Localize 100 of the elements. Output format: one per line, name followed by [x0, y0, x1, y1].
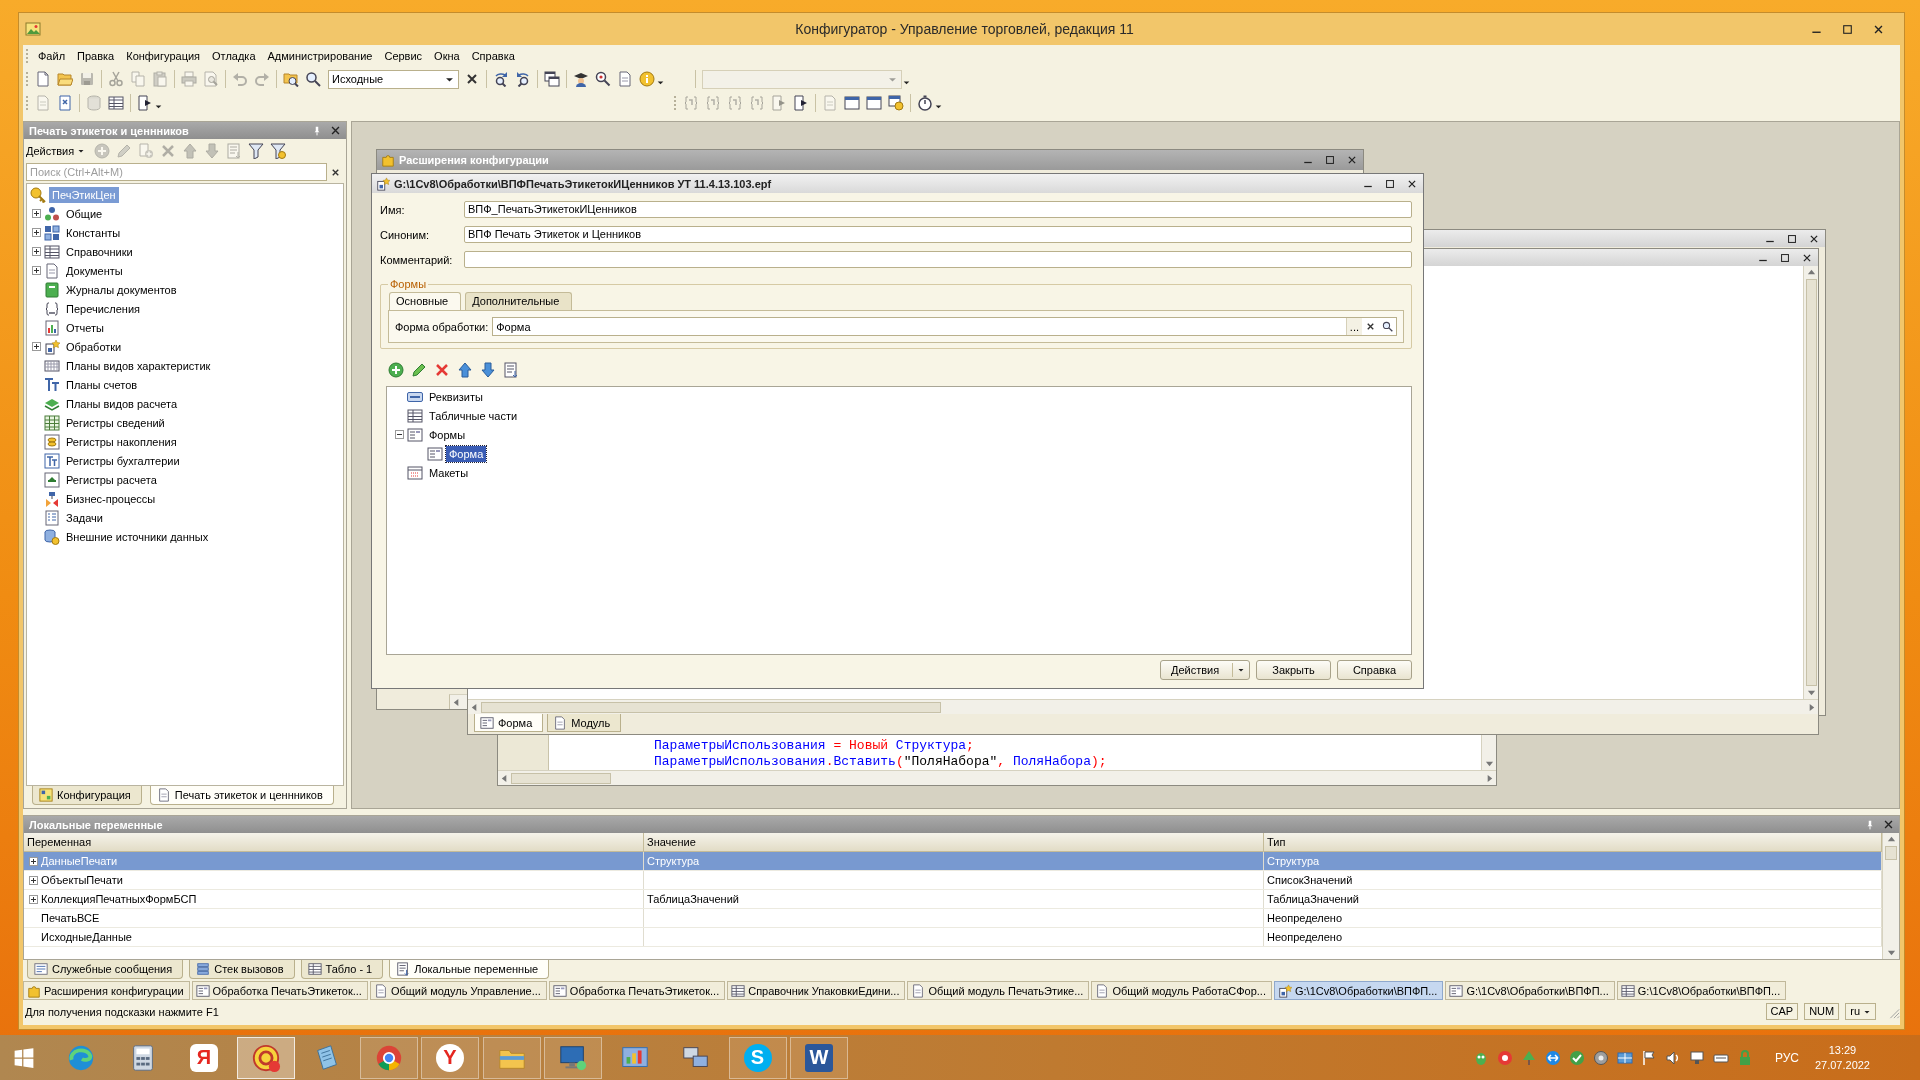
tree-item[interactable]: Регистры сведений: [63, 414, 168, 431]
flag-icon[interactable]: [1640, 1049, 1657, 1066]
dialog-button[interactable]: Закрыть: [1256, 660, 1331, 680]
new-document-icon[interactable]: [35, 71, 51, 87]
open-folder-icon[interactable]: [57, 71, 73, 87]
menu-item[interactable]: Файл: [32, 48, 72, 64]
expand-icon[interactable]: [29, 875, 38, 885]
arrow-down-icon[interactable]: [1886, 948, 1896, 957]
window-coin-icon[interactable]: [888, 95, 904, 111]
menu-item[interactable]: Правка: [71, 48, 121, 64]
expand-icon[interactable]: [32, 266, 41, 275]
column-header[interactable]: Значение: [644, 833, 1264, 851]
text-field[interactable]: ВПФ_ПечатьЭтикетокИЦенников: [464, 201, 1412, 218]
clock-date[interactable]: 27.07.2022: [1814, 1057, 1870, 1073]
panel-tab[interactable]: Конфигурация: [32, 786, 142, 805]
tree-item[interactable]: Задачи: [63, 509, 106, 526]
scroll-thumb[interactable]: [481, 701, 941, 713]
window-grid-icon[interactable]: [1616, 1049, 1633, 1066]
monitor-icon[interactable]: [1688, 1049, 1705, 1066]
tree-item[interactable]: Регистры расчета: [63, 471, 160, 488]
panel-tab[interactable]: Стек вызовов: [189, 960, 295, 979]
pin-icon[interactable]: [312, 125, 322, 136]
maximize-icon[interactable]: [1385, 178, 1395, 189]
arrow-down-icon[interactable]: [480, 362, 496, 378]
window-tab[interactable]: Общий модуль РаботаСФор...: [1091, 981, 1272, 1000]
dialog-button[interactable]: Действия: [1160, 660, 1250, 680]
table-row[interactable]: ОбъектыПечати СписокЗначений: [24, 871, 1882, 890]
arrow-down-icon[interactable]: [1484, 759, 1494, 768]
tree-item[interactable]: Формы: [426, 426, 469, 443]
close-icon[interactable]: [1347, 155, 1357, 165]
clear-icon[interactable]: [1365, 321, 1376, 332]
expand-icon[interactable]: [32, 209, 41, 218]
menu-item[interactable]: Сервис: [378, 48, 429, 64]
menu-item[interactable]: Конфигурация: [120, 48, 207, 64]
window-tab[interactable]: Расширения конфигурации: [23, 981, 190, 1000]
scroll-thumb[interactable]: [511, 772, 611, 784]
check-circle-icon[interactable]: [1568, 1049, 1585, 1066]
search-icon[interactable]: [1382, 321, 1393, 332]
magnifier-dot-icon[interactable]: [595, 71, 611, 87]
scrollbar[interactable]: [1882, 833, 1899, 959]
taskbar-button[interactable]: W: [790, 1036, 848, 1079]
tree-item[interactable]: Внешние источники данных: [63, 528, 212, 545]
language-selector[interactable]: ru: [1845, 1003, 1876, 1020]
tree-item[interactable]: Журналы документов: [63, 281, 180, 298]
clock-time[interactable]: 13:29: [1828, 1042, 1857, 1058]
window-tab[interactable]: Общий модуль Управление...: [369, 981, 547, 1000]
tree-item[interactable]: Регистры накопления: [63, 433, 180, 450]
filter-icon[interactable]: [248, 143, 265, 159]
window-tab[interactable]: Общий модуль ПечатьЭтике...: [907, 981, 1090, 1000]
tree-item[interactable]: Планы видов характеристик: [63, 357, 214, 374]
editor-tab[interactable]: Модуль: [547, 714, 622, 732]
arrow-up-icon[interactable]: [1806, 268, 1816, 277]
tree-item[interactable]: Регистры бухгалтерии: [63, 452, 183, 469]
speaker-icon[interactable]: [1664, 1049, 1681, 1066]
collapse-icon[interactable]: [395, 430, 404, 439]
menu-item[interactable]: Отладка: [206, 48, 262, 64]
expand-icon[interactable]: [29, 856, 38, 866]
list-icon[interactable]: [503, 362, 519, 378]
window-tab[interactable]: Обработка ПечатьЭтикеток...: [548, 981, 726, 1000]
tree-item[interactable]: Планы видов расчета: [63, 395, 181, 412]
arrow-up-icon[interactable]: [457, 362, 473, 378]
grip-icon[interactable]: [25, 95, 29, 111]
close-icon[interactable]: [1407, 178, 1417, 189]
close-icon[interactable]: [1873, 23, 1884, 35]
tree-item[interactable]: Табличные части: [426, 407, 521, 424]
search-field[interactable]: Поиск (Ctrl+Alt+M): [26, 163, 327, 181]
close-icon[interactable]: [1802, 252, 1812, 263]
tree-icon[interactable]: [1520, 1049, 1537, 1066]
tree-item[interactable]: Реквизиты: [426, 388, 486, 405]
scrollbar[interactable]: [1803, 266, 1818, 699]
expand-icon[interactable]: [29, 894, 38, 904]
menu-item[interactable]: Администрирование: [261, 48, 379, 64]
delete-icon[interactable]: [434, 362, 450, 378]
tree-item[interactable]: Планы счетов: [63, 376, 141, 393]
document-arrow-icon[interactable]: [793, 95, 809, 111]
taskbar-button[interactable]: [544, 1036, 602, 1079]
choose-button[interactable]: ...: [1345, 318, 1362, 335]
window-tab[interactable]: G:\1Cv8\Обработки\ВПФП...: [1445, 981, 1615, 1000]
panel-tab[interactable]: Локальные переменные: [389, 960, 550, 979]
document-cross-icon[interactable]: [57, 95, 73, 111]
editor-tab[interactable]: Форма: [474, 714, 544, 732]
tab[interactable]: Дополнительные: [465, 292, 573, 310]
window-icon[interactable]: [866, 95, 882, 111]
panel-tab[interactable]: Служебные сообщения: [27, 960, 184, 979]
taskbar-button[interactable]: Я: [175, 1036, 233, 1079]
target-icon[interactable]: [1496, 1049, 1513, 1066]
panel-tab[interactable]: Печать этикеток и ценнников: [149, 786, 334, 805]
tab[interactable]: Основные: [389, 292, 462, 310]
text-field[interactable]: ВПФ Печать Этикеток и Ценников: [464, 226, 1412, 243]
code-editor[interactable]: ПараметрыИспользования = Новый Структура; ПараметрыИспользования.Вставить("ПоляНабора", ПоляНабора);: [549, 735, 1481, 770]
windows-logo-icon[interactable]: [14, 1047, 34, 1068]
tree-item[interactable]: Форма: [446, 445, 487, 462]
filter-coin-icon[interactable]: [270, 143, 287, 159]
table-icon[interactable]: [108, 95, 124, 111]
grip-icon[interactable]: [673, 95, 677, 111]
arrow-left-icon[interactable]: [500, 773, 509, 783]
table-row[interactable]: ПечатьВСЕ Неопределено: [24, 909, 1882, 928]
taskbar-button[interactable]: [482, 1036, 541, 1079]
document-icon[interactable]: [617, 71, 633, 87]
tree-item[interactable]: Константы: [63, 224, 124, 241]
